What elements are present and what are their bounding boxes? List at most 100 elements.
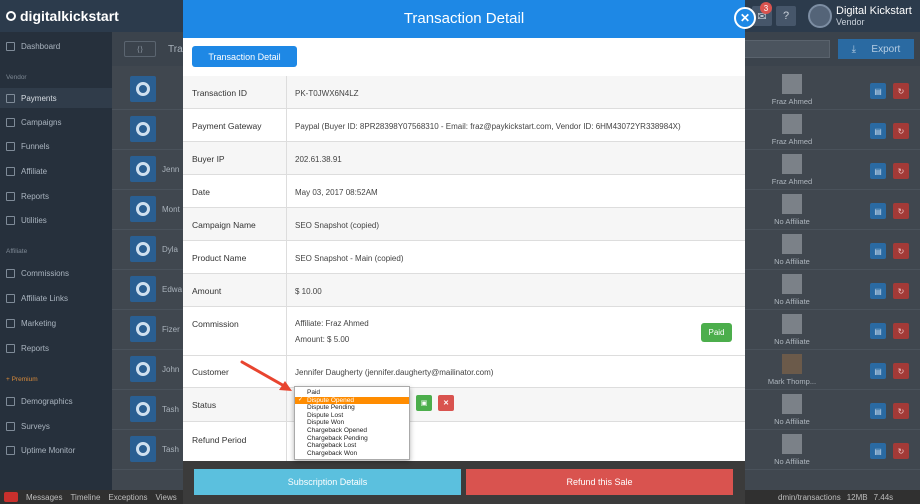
view-details-icon[interactable]: ▤ <box>870 283 886 299</box>
view-details-icon[interactable]: ▤ <box>870 123 886 139</box>
status-option[interactable]: Chargeback Opened <box>295 427 409 435</box>
refund-sale-button[interactable]: Refund this Sale <box>466 469 733 495</box>
refund-icon[interactable]: ↻ <box>893 323 909 339</box>
debugbar-logo-icon[interactable] <box>4 492 18 502</box>
sidebar-item-dashboard[interactable]: Dashboard <box>0 36 112 56</box>
refund-icon[interactable]: ↻ <box>893 163 909 179</box>
save-status-icon[interactable]: ▣ <box>416 395 432 411</box>
sidebar-item-affiliate-links[interactable]: Affiliate Links <box>0 288 112 308</box>
status-option[interactable]: ✓ Dispute Opened <box>295 396 409 405</box>
status-option[interactable]: Chargeback Lost <box>295 442 409 450</box>
payments-icon <box>6 93 15 103</box>
refund-icon[interactable]: ↻ <box>893 403 909 419</box>
customer-value[interactable]: Jennifer Daugherty (jennifer.daugherty@m… <box>295 368 493 377</box>
power-icon <box>136 82 150 96</box>
detail-row: Amount $ 10.00 <box>183 274 745 307</box>
customer-label: Customer <box>192 367 229 377</box>
power-icon <box>136 282 150 296</box>
sidebar-heading-vendor: Vendor <box>6 74 27 81</box>
power-icon <box>136 402 150 416</box>
refund-icon[interactable]: ↻ <box>893 363 909 379</box>
transaction-detail-modal: Transaction Detail Transaction Detail Tr… <box>183 0 745 504</box>
account-avatar[interactable] <box>808 4 832 28</box>
sidebar-item-funnels[interactable]: Funnels <box>0 136 112 156</box>
commissions-icon <box>6 268 15 278</box>
view-details-icon[interactable]: ▤ <box>870 403 886 419</box>
view-details-icon[interactable]: ▤ <box>870 83 886 99</box>
sidebar-item-affiliate-reports[interactable]: Reports <box>0 338 112 358</box>
sidebar-item-reports[interactable]: Reports <box>0 186 112 206</box>
power-icon <box>136 322 150 336</box>
status-option-label: Paid <box>307 389 321 396</box>
refund-icon[interactable]: ↻ <box>893 243 909 259</box>
sidebar-item-commissions[interactable]: Commissions <box>0 263 112 283</box>
sidebar-item-demographics[interactable]: Demographics <box>0 391 112 411</box>
sidebar-item-surveys[interactable]: Surveys <box>0 416 112 436</box>
close-icon[interactable]: ✕ <box>734 7 756 29</box>
debug-tab-exceptions[interactable]: Exceptions <box>108 493 147 502</box>
debug-route: dmin/transactions <box>778 492 841 502</box>
search-input[interactable] <box>744 40 830 58</box>
field-value: SEO Snapshot (copied) <box>295 221 380 230</box>
refund-icon[interactable]: ↻ <box>893 123 909 139</box>
status-dropdown[interactable]: Paid ✓ Dispute Opened Dispute Pending Disput… <box>294 386 410 460</box>
field-value: 202.61.38.91 <box>295 155 342 164</box>
view-toggle[interactable]: ⟨⟩ <box>124 41 156 57</box>
debug-tab-messages[interactable]: Messages <box>26 493 62 502</box>
affiliate-avatar <box>782 74 802 94</box>
debug-tab-views[interactable]: Views <box>156 493 177 502</box>
view-details-icon[interactable]: ▤ <box>870 243 886 259</box>
status-option-label: Dispute Opened <box>307 396 354 404</box>
status-option[interactable]: Dispute Pending <box>295 404 409 412</box>
export-button[interactable]: ⤓ Export <box>838 39 914 59</box>
product-icon <box>130 276 156 302</box>
subscription-details-button[interactable]: Subscription Details <box>194 469 461 495</box>
commission-status-button[interactable]: Paid <box>701 323 732 342</box>
commission-label: Commission <box>192 319 239 329</box>
view-details-icon[interactable]: ▤ <box>870 163 886 179</box>
app-logo[interactable]: digitalkickstart <box>6 8 119 24</box>
column-divider <box>286 175 287 207</box>
buyer-name: Tash <box>162 405 179 414</box>
sidebar: Dashboard Vendor Payments Campaigns Funn… <box>0 32 112 504</box>
field-label: Campaign Name <box>192 220 256 230</box>
refund-icon[interactable]: ↻ <box>893 283 909 299</box>
field-label: Amount <box>192 286 222 296</box>
column-divider <box>286 208 287 240</box>
transaction-detail-tab-button[interactable]: Transaction Detail <box>192 46 297 67</box>
sidebar-item-utilities[interactable]: Utilities <box>0 210 112 230</box>
status-option[interactable]: Dispute Lost <box>295 412 409 420</box>
commission-amount: Amount: $ 5.00 <box>295 335 350 344</box>
sidebar-item-marketing[interactable]: Marketing <box>0 313 112 333</box>
view-details-icon[interactable]: ▤ <box>870 323 886 339</box>
refund-icon[interactable]: ↻ <box>893 83 909 99</box>
sidebar-item-affiliate[interactable]: Affiliate <box>0 161 112 181</box>
refund-icon[interactable]: ↻ <box>893 203 909 219</box>
status-option[interactable]: Chargeback Pending <box>295 435 409 443</box>
notification-badge: 3 <box>760 2 772 14</box>
modal-header: Transaction Detail <box>183 0 745 38</box>
product-icon <box>130 356 156 382</box>
view-details-icon[interactable]: ▤ <box>870 203 886 219</box>
download-icon: ⤓ <box>851 43 857 55</box>
refund-icon[interactable]: ↻ <box>893 443 909 459</box>
power-icon <box>136 162 150 176</box>
affiliate-avatar <box>782 154 802 174</box>
debug-tab-timeline[interactable]: Timeline <box>70 493 100 502</box>
affiliate-avatar <box>782 394 802 414</box>
status-option[interactable]: Dispute Won <box>295 419 409 427</box>
affiliate-avatar <box>782 274 802 294</box>
status-option[interactable]: Paid <box>295 389 409 397</box>
column-divider <box>286 142 287 174</box>
view-details-icon[interactable]: ▤ <box>870 363 886 379</box>
status-option[interactable]: Chargeback Won <box>295 450 409 458</box>
view-details-icon[interactable]: ▤ <box>870 443 886 459</box>
sidebar-item-payments[interactable]: Payments <box>0 88 112 108</box>
tab-transactions[interactable]: Tra <box>168 44 183 55</box>
account-name[interactable]: Digital Kickstart <box>836 5 912 17</box>
help-icon[interactable]: ? <box>776 6 796 26</box>
cancel-status-icon[interactable]: ✕ <box>438 395 454 411</box>
surveys-icon <box>6 421 15 431</box>
sidebar-item-campaigns[interactable]: Campaigns <box>0 112 112 132</box>
sidebar-item-uptime-monitor[interactable]: Uptime Monitor <box>0 440 112 460</box>
